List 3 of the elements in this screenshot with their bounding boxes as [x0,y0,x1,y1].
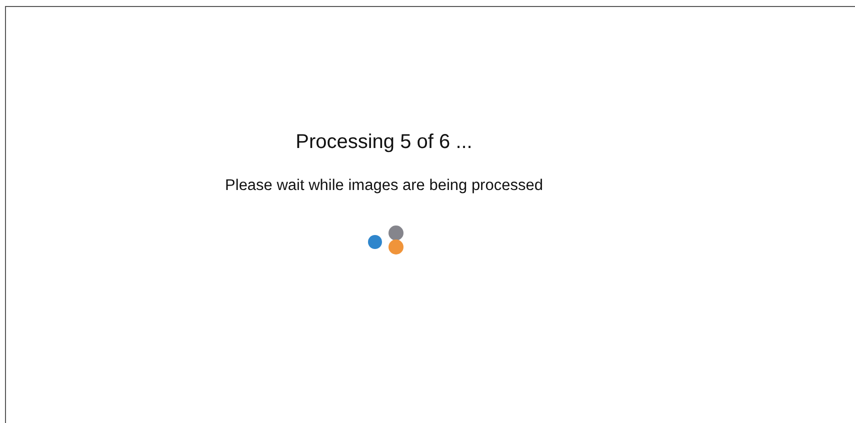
progress-title: Processing 5 of 6 ... [296,131,472,154]
loading-spinner-icon [367,225,405,255]
progress-message: Please wait while images are being processed [225,177,543,195]
